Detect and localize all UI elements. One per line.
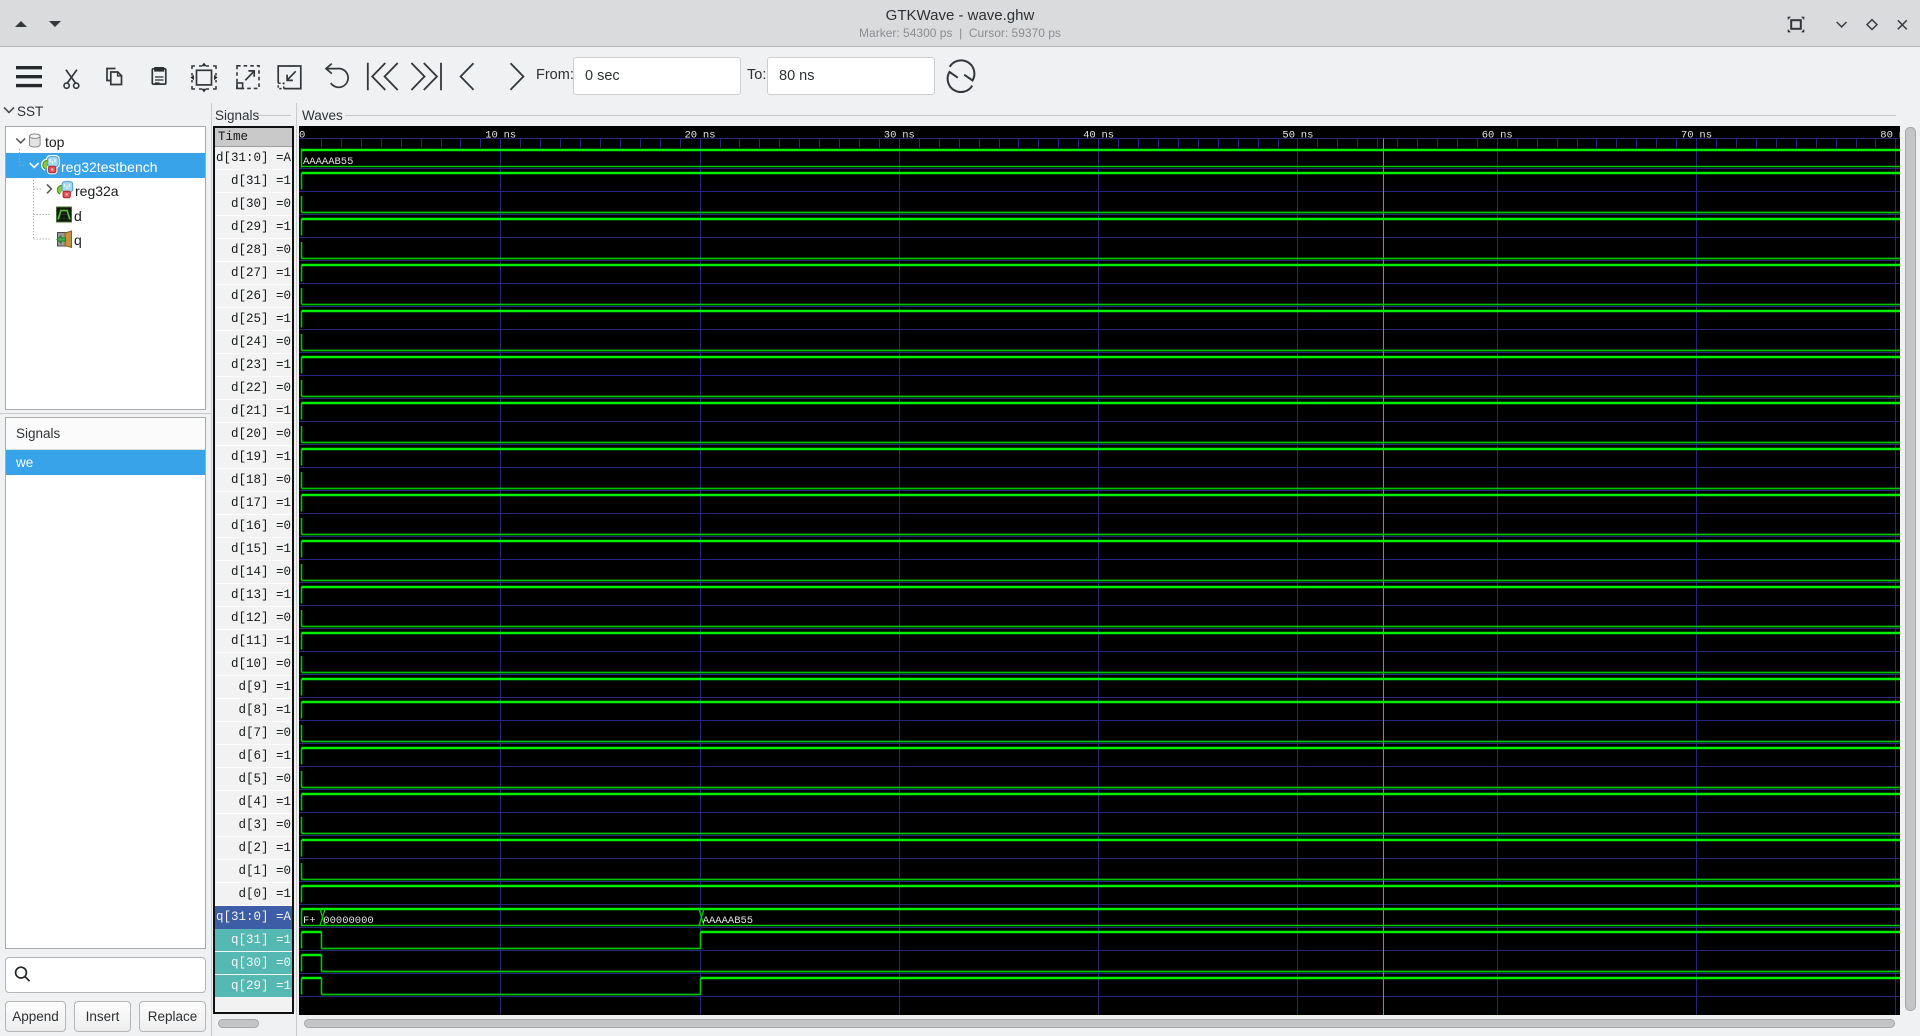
svg-text:50: 50	[1282, 130, 1295, 142]
svg-text:ns: ns	[1301, 130, 1314, 142]
svg-text:ns: ns	[1102, 130, 1115, 142]
svg-text:80: 80	[1880, 130, 1893, 142]
svg-text:AAAAAB55: AAAAAB55	[303, 156, 353, 168]
svg-text:30: 30	[884, 130, 897, 142]
svg-text:ns: ns	[504, 130, 517, 142]
svg-text:ns: ns	[1500, 130, 1513, 142]
svg-text:00000000: 00000000	[323, 915, 373, 927]
svg-text:F+: F+	[303, 915, 316, 927]
svg-text:ns: ns	[1899, 130, 1900, 142]
svg-text:20: 20	[684, 130, 697, 142]
svg-text:0: 0	[299, 130, 305, 142]
svg-text:60: 60	[1482, 130, 1495, 142]
svg-text:AAAAAB55: AAAAAB55	[703, 915, 753, 927]
svg-text:70: 70	[1681, 130, 1694, 142]
svg-text:ns: ns	[1699, 130, 1712, 142]
svg-text:40: 40	[1083, 130, 1096, 142]
svg-text:ns: ns	[703, 130, 716, 142]
svg-text:ns: ns	[902, 130, 915, 142]
svg-text:10: 10	[485, 130, 498, 142]
